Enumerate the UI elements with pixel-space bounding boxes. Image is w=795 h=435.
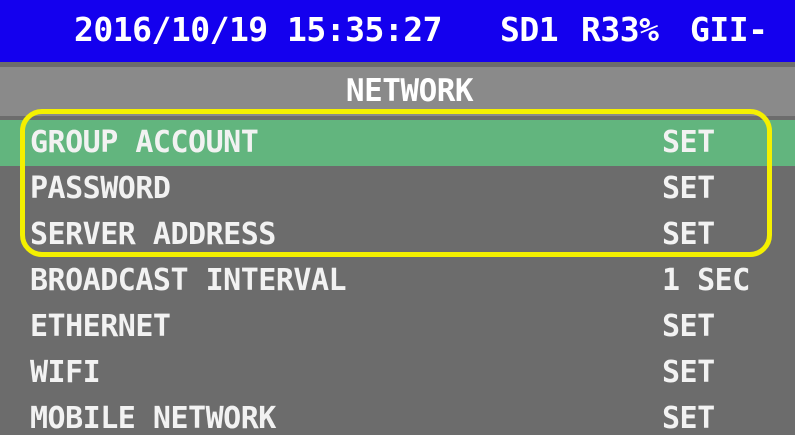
- status-bar: 2016/10/19 15:35:27 SD1 R33% GII-: [0, 0, 795, 62]
- menu-item-label: WIFI: [30, 355, 101, 390]
- menu-item-value[interactable]: SET: [662, 212, 715, 258]
- menu-item-label: MOBILE NETWORK: [30, 401, 276, 435]
- status-record: R33%: [581, 10, 659, 49]
- menu-item-ethernet[interactable]: ETHERNET SET: [0, 304, 795, 350]
- menu-item-label: BROADCAST INTERVAL: [30, 263, 347, 298]
- menu-item-wifi[interactable]: WIFI SET: [0, 350, 795, 396]
- menu-item-value[interactable]: SET: [662, 166, 715, 212]
- menu-item-value[interactable]: SET: [662, 350, 715, 396]
- menu-item-value[interactable]: 1 SEC: [662, 258, 750, 304]
- menu-item-broadcast-interval[interactable]: BROADCAST INTERVAL 1 SEC: [0, 258, 795, 304]
- menu-item-server-address[interactable]: SERVER ADDRESS SET: [0, 212, 795, 258]
- menu-item-mobile-network[interactable]: MOBILE NETWORK SET: [0, 396, 795, 435]
- status-model: GII-: [690, 10, 768, 49]
- menu-item-label: GROUP ACCOUNT: [30, 125, 259, 160]
- menu-item-label: ETHERNET: [30, 309, 171, 344]
- menu-item-label: SERVER ADDRESS: [30, 217, 276, 252]
- menu-item-value[interactable]: SET: [662, 304, 715, 350]
- status-datetime: 2016/10/19 15:35:27: [74, 10, 443, 49]
- menu-title: NETWORK: [345, 73, 474, 109]
- menu-item-password[interactable]: PASSWORD SET: [0, 166, 795, 212]
- dvr-menu-screen: 2016/10/19 15:35:27 SD1 R33% GII- NETWOR…: [0, 0, 795, 435]
- menu-title-bar: NETWORK: [0, 67, 795, 116]
- menu-item-label: PASSWORD: [30, 171, 171, 206]
- status-storage: SD1: [500, 10, 559, 49]
- menu-item-value[interactable]: SET: [662, 120, 715, 166]
- menu-item-value[interactable]: SET: [662, 396, 715, 435]
- menu-item-group-account[interactable]: GROUP ACCOUNT SET: [0, 120, 795, 166]
